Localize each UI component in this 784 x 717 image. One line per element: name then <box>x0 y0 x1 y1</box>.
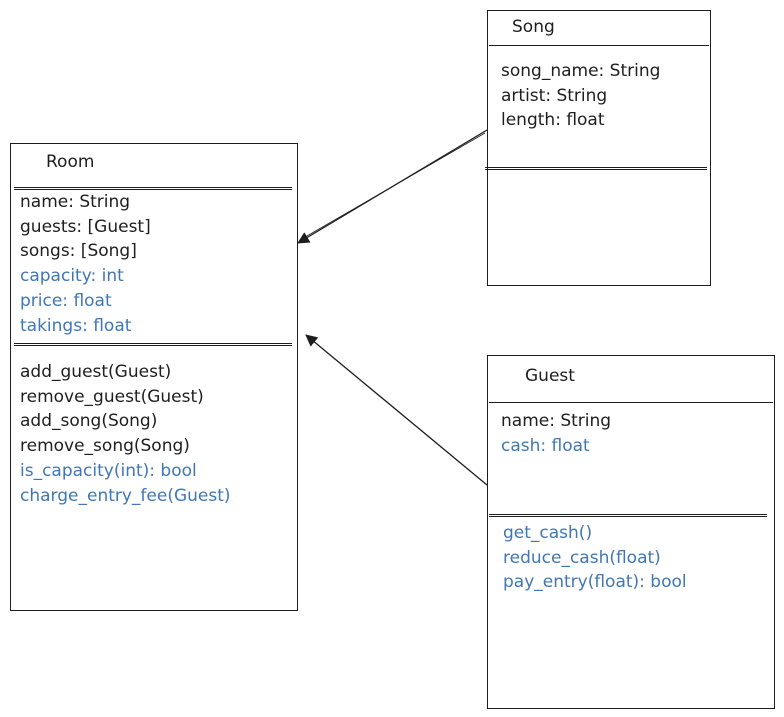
room-attributes-list: name: String guests: [Guest] songs: [Song]… <box>20 190 151 338</box>
room-attribute: name: String <box>20 192 131 212</box>
song-class-title: Song <box>512 17 555 37</box>
room-method: add_guest(Guest) <box>20 362 172 382</box>
song-attribute: song_name: String <box>501 61 661 81</box>
guest-methods-separator <box>489 514 767 515</box>
room-class-title: Room <box>46 152 95 172</box>
room-attribute: songs: [Song] <box>20 241 137 262</box>
room-attribute: price: float <box>20 290 112 311</box>
room-attribute: takings: float <box>20 315 132 336</box>
song-title-separator <box>489 45 709 46</box>
guest-attribute: cash: float <box>501 435 590 456</box>
guest-attribute: name: String <box>501 411 612 431</box>
room-methods-list: add_guest(Guest) remove_guest(Guest) add_s… <box>20 360 231 508</box>
room-method: remove_song(Song) <box>20 436 190 457</box>
room-method: add_song(Song) <box>20 411 158 432</box>
guest-title-separator <box>489 402 773 403</box>
guest-methods-list: get_cash() reduce_cash(float) pay_entry(fl… <box>503 521 687 595</box>
guest-method: pay_entry(float): bool <box>503 572 687 593</box>
room-title-separator <box>14 187 292 188</box>
guest-attributes-list: name: String cash: float <box>501 409 611 458</box>
room-method: charge_entry_fee(Guest) <box>20 485 231 506</box>
room-method: is_capacity(int): bool <box>20 460 197 481</box>
song-attribute: artist: String <box>501 85 608 106</box>
song-class-box[interactable] <box>487 10 711 286</box>
song-attributes-list: song_name: String artist: String length: f… <box>501 59 660 133</box>
room-attribute: capacity: int <box>20 266 124 287</box>
uml-canvas: Room name: String guests: [Guest] songs: [… <box>0 0 784 717</box>
guest-method: reduce_cash(float) <box>503 547 661 568</box>
song-to-room-arrow[interactable] <box>297 129 488 244</box>
song-methods-separator <box>485 167 707 168</box>
room-methods-separator <box>14 343 292 344</box>
song-attribute: length: float <box>501 110 605 131</box>
guest-method: get_cash() <box>503 523 593 543</box>
guest-class-title: Guest <box>525 366 575 386</box>
guest-to-room-arrow[interactable] <box>305 334 488 486</box>
room-method: remove_guest(Guest) <box>20 386 204 407</box>
room-attribute: guests: [Guest] <box>20 216 151 237</box>
